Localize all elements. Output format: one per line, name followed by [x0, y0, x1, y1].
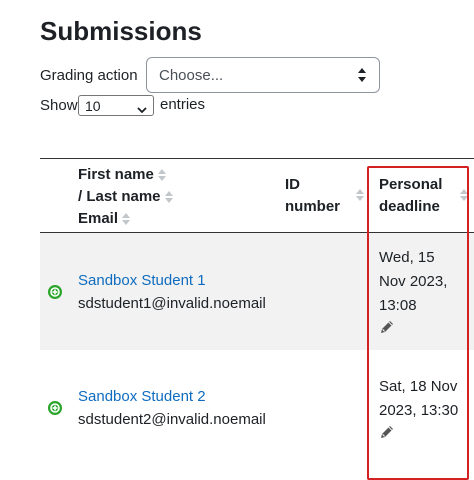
student-name-link[interactable]: Sandbox Student 1 — [78, 272, 206, 289]
grading-action-label: Grading action — [40, 66, 138, 84]
grading-action-select[interactable]: Choose... — [146, 57, 380, 93]
pencil-icon[interactable] — [379, 319, 395, 335]
deadline-line: Nov 2023, — [379, 273, 448, 290]
plus-circle-icon[interactable] — [47, 284, 63, 300]
header-deadline-line1: Personal — [379, 176, 443, 193]
entries-per-page-select[interactable]: 10 — [78, 95, 154, 116]
header-id-line1: ID — [285, 176, 300, 193]
deadline-line: 2023, 13:30 — [379, 402, 459, 419]
student-name-link[interactable]: Sandbox Student 2 — [78, 388, 206, 405]
entries-label: entries — [160, 96, 206, 113]
grading-action-value: Choose... — [159, 66, 224, 84]
personal-deadline-value: Wed, 15 Nov 2023, 13:08 — [379, 246, 447, 318]
table-row: Sandbox Student 2 sdstudent2@invalid.noe… — [40, 350, 474, 470]
header-deadline-line2: deadline — [379, 198, 440, 215]
student-email: sdstudent1@invalid.noemail — [78, 295, 266, 312]
sort-icon[interactable] — [460, 188, 468, 202]
entries-per-page-value: 10 — [85, 97, 101, 114]
student-email: sdstudent2@invalid.noemail — [78, 411, 266, 428]
page-title: Submissions — [40, 16, 202, 46]
updown-arrows-icon — [357, 66, 367, 84]
grading-action-row: Grading action Choose... — [40, 57, 380, 93]
header-last-name: / Last name — [78, 188, 161, 205]
personal-deadline-value: Sat, 18 Nov 2023, 13:30 — [379, 375, 458, 423]
sort-icon[interactable] — [164, 190, 173, 204]
table-top-border — [40, 158, 474, 159]
header-id-line2: number — [285, 198, 341, 215]
pencil-icon[interactable] — [379, 424, 395, 440]
header-first-name: First name — [78, 166, 154, 183]
deadline-line: 13:08 — [379, 297, 417, 314]
submissions-table: First name / Last name Email ID number P… — [40, 158, 474, 470]
deadline-line: Wed, 15 — [379, 249, 435, 266]
sort-icon[interactable] — [122, 212, 131, 226]
header-personal-deadline[interactable]: Personal deadline — [379, 174, 442, 218]
header-id-number[interactable]: ID number — [285, 174, 340, 218]
sort-icon[interactable] — [157, 168, 166, 182]
header-name-column[interactable]: First name / Last name Email — [78, 164, 173, 230]
show-entries-row: Show 10 entries — [40, 94, 205, 116]
table-row: Sandbox Student 1 sdstudent1@invalid.noe… — [40, 233, 474, 350]
chevron-down-icon — [137, 101, 147, 117]
header-email: Email — [78, 210, 119, 227]
deadline-line: Sat, 18 Nov — [379, 378, 458, 395]
sort-icon[interactable] — [356, 188, 364, 202]
plus-circle-icon[interactable] — [47, 400, 63, 416]
show-label: Show — [40, 96, 78, 114]
